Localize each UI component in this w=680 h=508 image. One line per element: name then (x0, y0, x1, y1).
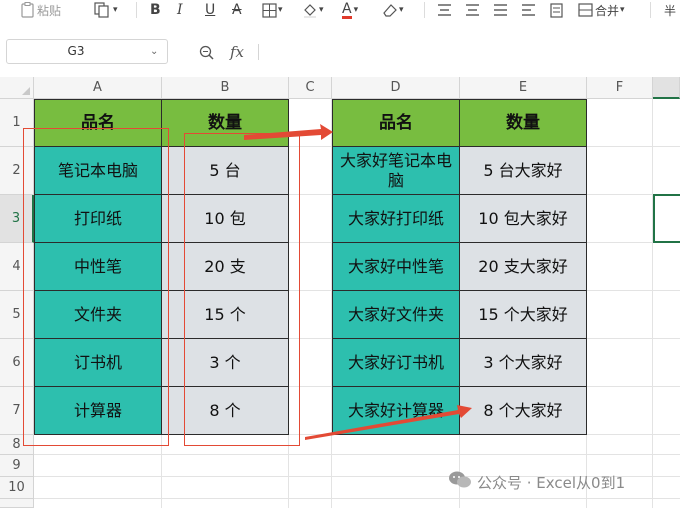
wechat-icon (448, 470, 472, 494)
annotation-arrows (244, 124, 472, 440)
arrow-to-d1-icon (244, 124, 333, 140)
watermark-text: 公众号 · Excel从0到1 (477, 474, 626, 492)
arrow-to-e7-icon (305, 405, 472, 440)
